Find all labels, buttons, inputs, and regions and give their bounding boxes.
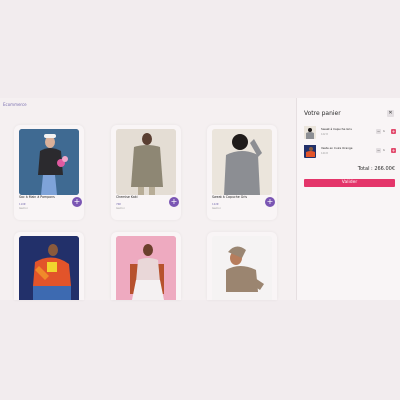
cart-item-image <box>304 144 316 158</box>
product-card[interactable]: Sac à Main à Pompons 110€ Gemoi + <box>14 125 84 220</box>
product-card[interactable]: Sweat à Capuche Gris 122€ Gemoi + <box>207 125 277 220</box>
product-image[interactable] <box>212 129 272 195</box>
add-to-cart-button[interactable]: + <box>169 197 179 207</box>
cart-item: Sweat à Capuche Gris 122 € − 1 + <box>304 125 396 139</box>
product-image[interactable] <box>116 129 176 195</box>
product-area: Ecommerce Sac à Main à Pompons 110€ Gemo… <box>0 98 296 300</box>
product-card[interactable] <box>111 232 181 300</box>
add-to-cart-button[interactable]: + <box>265 197 275 207</box>
product-brand: Gemoi <box>19 207 28 210</box>
close-icon: ✕ <box>388 110 393 116</box>
product-image[interactable] <box>19 236 79 300</box>
cart-title: Votre panier <box>304 110 341 117</box>
cart-item: Veste en Cuire Orange 144 € − 1 + <box>304 144 396 158</box>
cart-total: Total : 266.00€ <box>357 166 395 172</box>
app-screen: Ecommerce Sac à Main à Pompons 110€ Gemo… <box>0 98 400 300</box>
minus-icon: − <box>376 148 381 153</box>
product-card[interactable] <box>14 232 84 300</box>
plus-icon: + <box>170 197 178 206</box>
increase-quantity-button[interactable]: + <box>391 148 396 153</box>
plus-icon: + <box>266 197 274 206</box>
plus-icon: + <box>391 148 396 153</box>
product-name[interactable]: Sweat à Capuche Gris <box>212 195 247 199</box>
cart-item-name: Veste en Cuire Orange <box>321 146 353 150</box>
add-to-cart-button[interactable]: + <box>72 197 82 207</box>
cart-item-image <box>304 125 316 139</box>
cart-item-price: 122 € <box>321 133 328 136</box>
cart-item-price: 144 € <box>321 152 328 155</box>
brand-logo[interactable]: Ecommerce <box>3 102 27 107</box>
product-card[interactable]: Chemise Kaki 76€ Gemoi + <box>111 125 181 220</box>
minus-icon: − <box>376 129 381 134</box>
cart-item-quantity: 1 <box>383 148 385 152</box>
cart-item-quantity: 1 <box>383 129 385 133</box>
plus-icon: + <box>73 197 81 206</box>
product-name[interactable]: Sac à Main à Pompons <box>19 195 55 199</box>
product-brand: Gemoi <box>212 207 221 210</box>
decrease-quantity-button[interactable]: − <box>376 148 381 153</box>
product-image[interactable] <box>116 236 176 300</box>
product-price: 110€ <box>19 203 26 206</box>
product-brand: Gemoi <box>116 207 125 210</box>
product-image[interactable] <box>19 129 79 195</box>
increase-quantity-button[interactable]: + <box>391 129 396 134</box>
product-image[interactable] <box>212 236 272 300</box>
plus-icon: + <box>391 129 396 134</box>
validate-button[interactable]: Valider <box>304 179 395 187</box>
product-price: 122€ <box>212 203 219 206</box>
product-name[interactable]: Chemise Kaki <box>116 195 138 199</box>
product-price: 76€ <box>116 203 121 206</box>
product-card[interactable] <box>207 232 277 300</box>
cart-panel: Votre panier ✕ Sweat à Capuche Gris 122 … <box>296 98 400 300</box>
cart-item-name: Sweat à Capuche Gris <box>321 127 352 131</box>
decrease-quantity-button[interactable]: − <box>376 129 381 134</box>
close-cart-button[interactable]: ✕ <box>387 110 394 117</box>
